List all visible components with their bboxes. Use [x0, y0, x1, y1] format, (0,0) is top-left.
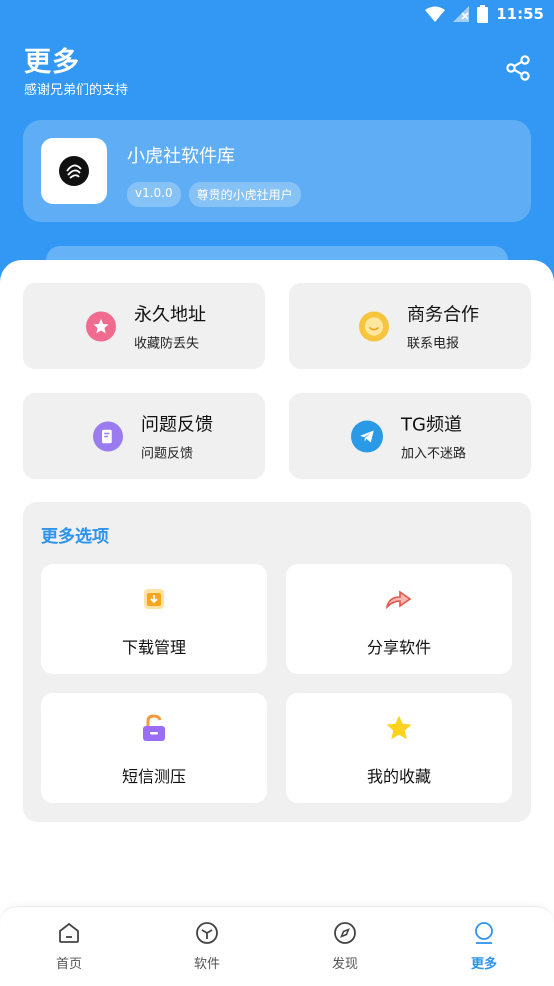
nav-home[interactable]: 首页 [29, 921, 109, 972]
compass-icon [334, 922, 356, 944]
tile-title: TG频道 [401, 414, 462, 436]
tile-title: 商务合作 [407, 304, 479, 326]
share-icon [506, 55, 530, 81]
tile-feedback[interactable]: 问题反馈 问题反馈 [23, 393, 265, 479]
home-icon [59, 922, 79, 943]
status-time: 11:55 [496, 5, 544, 23]
star-icon [86, 311, 116, 341]
no-signal-icon [453, 6, 470, 22]
main-panel: 永久地址 收藏防丢失 商务合作 联系电报 问题反馈 问题反馈 TG频道 加入不迷… [0, 260, 554, 986]
tile-permanent-address[interactable]: 永久地址 收藏防丢失 [23, 283, 265, 369]
smile-icon [359, 311, 389, 341]
nav-more[interactable]: 更多 [444, 921, 524, 972]
nav-label: 软件 [193, 957, 220, 972]
tile-subtitle: 联系电报 [407, 336, 460, 352]
option-label: 分享软件 [366, 638, 431, 657]
header-background: 11:55 更多 感谢兄弟们的支持 小虎社软件库 v1.0.0 尊贵的小虎社用户 [0, 0, 554, 300]
user-badge: 尊贵的小虎社用户 [188, 182, 301, 207]
tile-tg-channel[interactable]: TG频道 加入不迷路 [289, 393, 531, 479]
share-button[interactable] [504, 54, 532, 82]
bottom-navigation: 首页 软件 发现 更多 [0, 906, 554, 986]
app-name: 小虎社软件库 [127, 146, 235, 167]
option-download-manager[interactable]: 下载管理 [41, 564, 267, 674]
status-bar: 11:55 [0, 0, 554, 30]
tile-subtitle: 加入不迷路 [401, 446, 467, 462]
feedback-icon [93, 421, 123, 451]
option-label: 我的收藏 [366, 767, 431, 786]
nav-discover[interactable]: 发现 [305, 921, 385, 972]
nav-label: 发现 [331, 957, 358, 972]
telegram-icon [351, 420, 383, 452]
option-label: 短信测压 [121, 767, 186, 786]
option-my-favorites[interactable]: 我的收藏 [286, 693, 512, 803]
version-badge: v1.0.0 [127, 182, 181, 207]
more-icon [475, 922, 493, 944]
download-icon [139, 584, 169, 614]
tile-subtitle: 收藏防丢失 [134, 336, 200, 352]
wifi-icon [425, 6, 446, 22]
more-options-section: 更多选项 下载管理 分享软件 短信测压 我的收藏 [23, 502, 531, 822]
option-share-software[interactable]: 分享软件 [286, 564, 512, 674]
nav-label: 首页 [55, 957, 82, 972]
nav-label: 更多 [470, 957, 497, 972]
tile-title: 永久地址 [134, 304, 206, 326]
app-logo [41, 138, 107, 204]
tiger-logo-icon [59, 156, 89, 186]
star-icon [384, 713, 414, 743]
page-title: 更多 [24, 47, 80, 78]
option-sms-test[interactable]: 短信测压 [41, 693, 267, 803]
tile-subtitle: 问题反馈 [141, 446, 194, 462]
nav-software[interactable]: 软件 [167, 921, 247, 972]
app-info-card[interactable]: 小虎社软件库 v1.0.0 尊贵的小虎社用户 [23, 120, 531, 222]
tile-title: 问题反馈 [141, 414, 213, 436]
share-arrow-icon [384, 584, 414, 614]
cube-icon [196, 922, 218, 944]
option-label: 下载管理 [121, 638, 186, 657]
tile-business[interactable]: 商务合作 联系电报 [289, 283, 531, 369]
unlock-icon [139, 713, 169, 743]
page-subtitle: 感谢兄弟们的支持 [24, 83, 129, 98]
section-title: 更多选项 [41, 527, 109, 547]
battery-icon [477, 5, 489, 23]
